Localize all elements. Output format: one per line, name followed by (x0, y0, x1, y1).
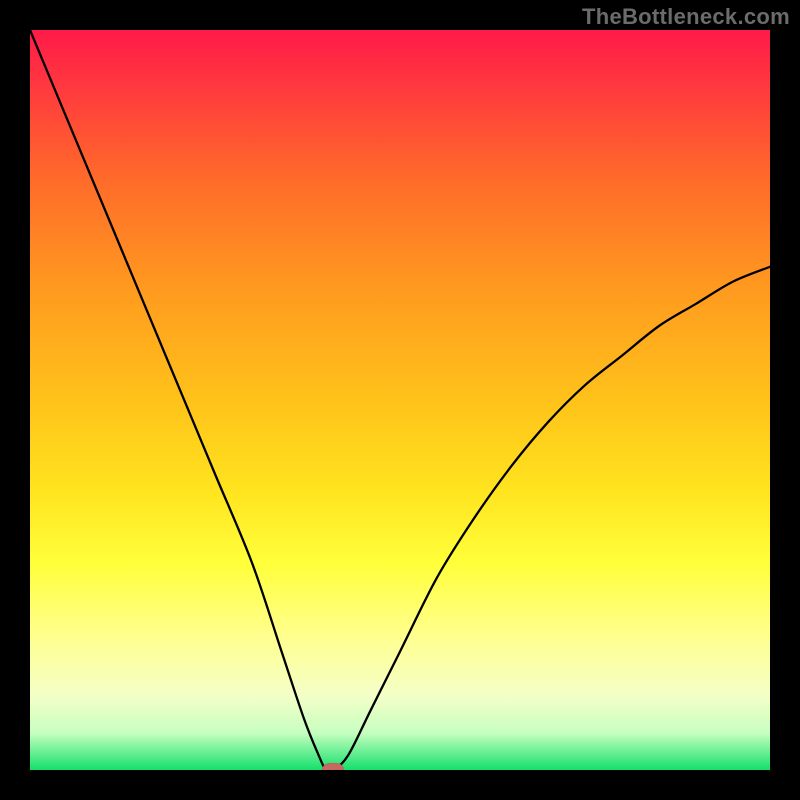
minimum-marker (322, 763, 344, 770)
bottleneck-curve (30, 30, 770, 770)
chart-frame: TheBottleneck.com (0, 0, 800, 800)
plot-area (30, 30, 770, 770)
watermark-text: TheBottleneck.com (582, 4, 790, 30)
